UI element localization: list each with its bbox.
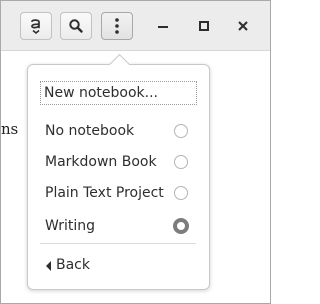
maximize-icon xyxy=(199,21,209,31)
notebook-option-no-notebook[interactable]: No notebook xyxy=(28,116,209,146)
notebook-popover: New notebook... No notebook Markdown Boo… xyxy=(27,53,210,290)
notebook-option-markdown-book[interactable]: Markdown Book xyxy=(28,147,209,177)
headerbar xyxy=(1,1,270,51)
document-text-fragment: ns xyxy=(1,120,18,138)
back-button[interactable]: Back xyxy=(28,251,209,281)
menu-button[interactable] xyxy=(101,12,133,40)
notebook-option-label: Writing xyxy=(45,218,95,234)
notebook-icon xyxy=(31,19,40,35)
vertical-ellipsis-icon xyxy=(115,18,119,34)
minimize-button[interactable] xyxy=(151,14,175,38)
menu-separator xyxy=(40,243,196,244)
app-window: ns New notebook... No notebook Markdown … xyxy=(0,0,271,304)
minimize-icon xyxy=(158,26,168,28)
close-icon xyxy=(238,21,248,31)
maximize-button[interactable] xyxy=(192,14,216,38)
new-notebook-button[interactable]: New notebook... xyxy=(40,81,197,105)
search-icon xyxy=(69,19,83,33)
notebook-option-writing[interactable]: Writing xyxy=(28,211,209,241)
radio-button[interactable] xyxy=(174,124,188,138)
close-button[interactable] xyxy=(231,14,255,38)
notebook-option-plain-text-project[interactable]: Plain Text Project xyxy=(28,178,209,208)
notebook-option-label: Plain Text Project xyxy=(45,185,164,201)
back-arrow-icon xyxy=(46,261,51,271)
popover-arrow xyxy=(108,53,131,76)
radio-button[interactable] xyxy=(174,186,188,200)
radio-button-selected[interactable] xyxy=(173,218,189,234)
notebook-button[interactable] xyxy=(20,12,52,40)
search-button[interactable] xyxy=(60,12,92,40)
notebook-option-label: Markdown Book xyxy=(45,154,157,170)
notebook-option-label: No notebook xyxy=(45,123,135,139)
back-label: Back xyxy=(56,257,90,273)
radio-button[interactable] xyxy=(174,155,188,169)
